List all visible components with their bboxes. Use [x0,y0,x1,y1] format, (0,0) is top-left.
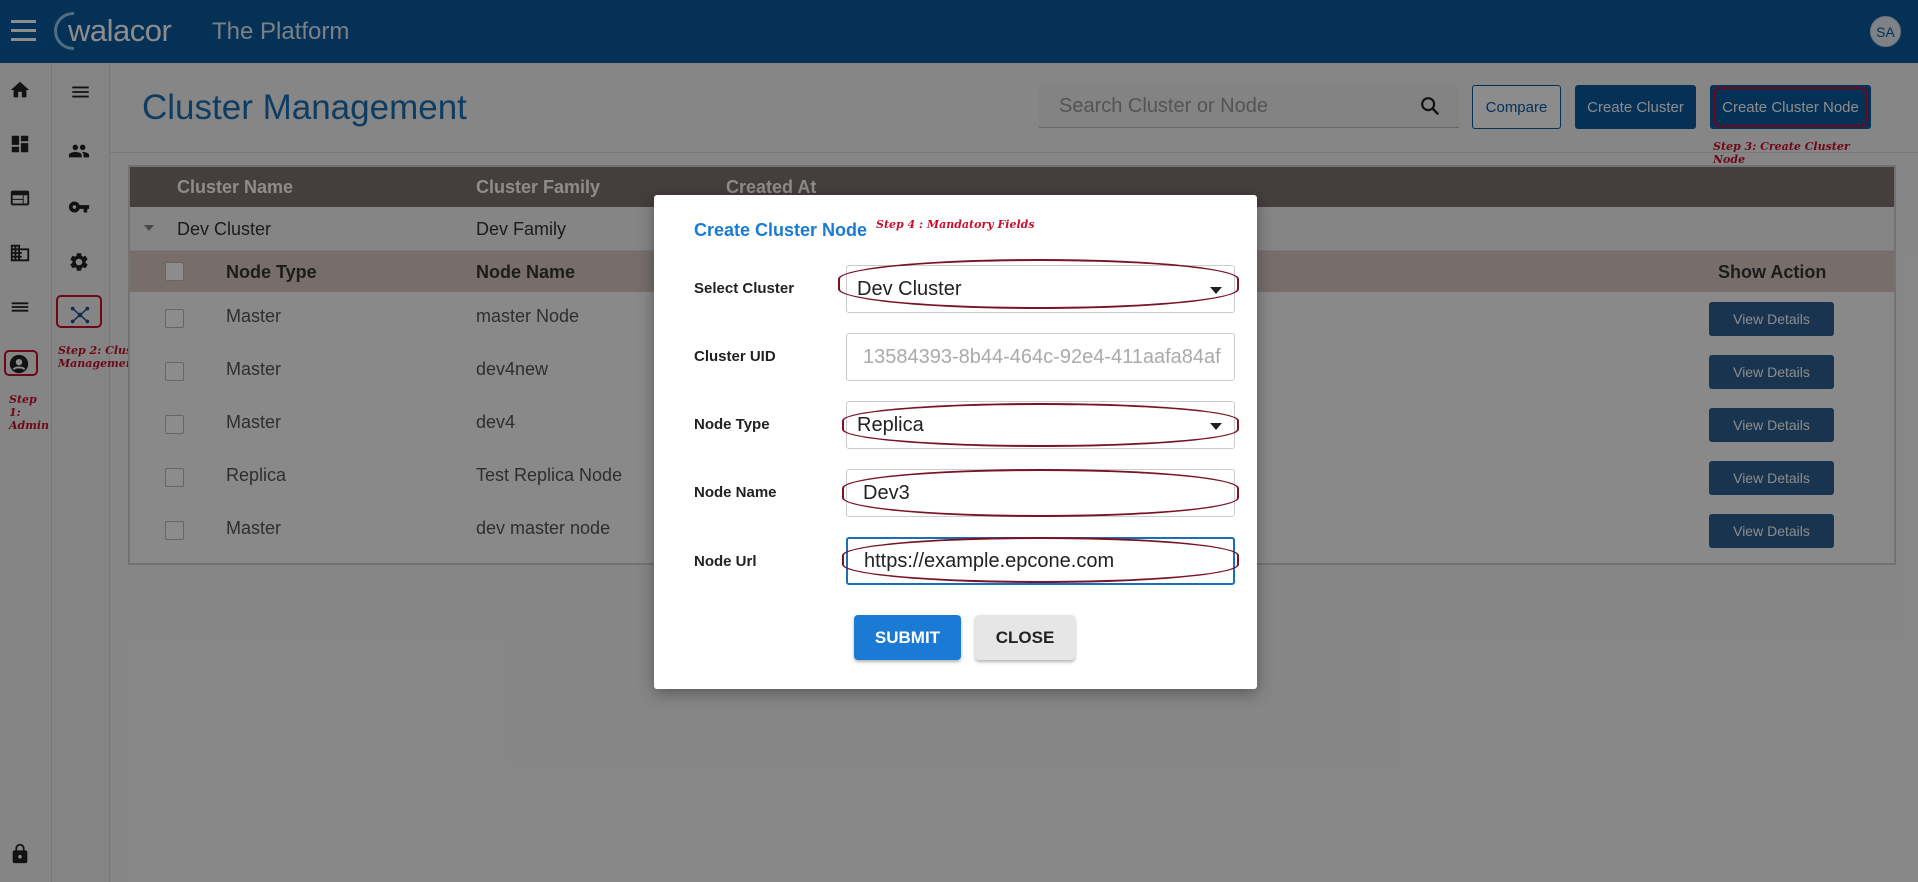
node-url-label: Node Url [694,553,757,570]
cluster-uid-label: Cluster UID [694,348,776,365]
node-type-label: Node Type [694,416,770,433]
node-name-label: Node Name [694,484,777,501]
submit-button[interactable]: SUBMIT [854,615,961,660]
node-name-highlight [842,469,1239,517]
node-url-highlight [842,537,1239,583]
step4-note: Step 4 : Mandatory Fields [876,218,1035,231]
select-cluster-highlight [838,259,1239,309]
node-type-highlight [842,403,1239,447]
create-cluster-node-dialog: Create Cluster Node Step 4 : Mandatory F… [654,195,1257,689]
select-cluster-label: Select Cluster [694,280,795,297]
close-button[interactable]: CLOSE [975,615,1075,660]
cluster-uid-field[interactable]: 13584393-8b44-464c-92e4-411aafa84af [846,333,1235,381]
dialog-title: Create Cluster Node [694,220,868,240]
